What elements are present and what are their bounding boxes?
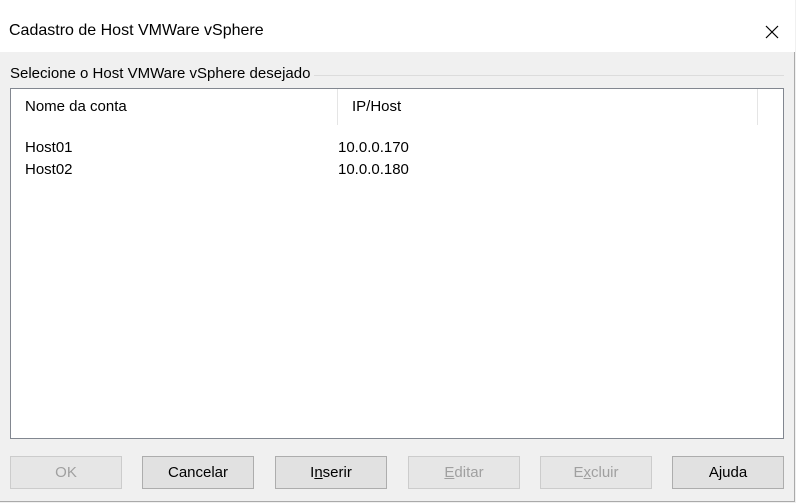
table-row[interactable]: Host02 10.0.0.180 (11, 159, 783, 181)
delete-button-label: Excluir (573, 464, 619, 481)
edit-button-label: Editar (444, 464, 484, 481)
close-icon (765, 25, 779, 39)
host-ip-cell: 10.0.0.170 (338, 139, 409, 156)
cancel-button[interactable]: Cancelar (142, 456, 254, 489)
title-bar: Cadastro de Host VMWare vSphere (0, 0, 795, 52)
insert-button[interactable]: Inserir (275, 456, 387, 489)
host-name-cell: Host02 (25, 161, 73, 178)
edit-button[interactable]: Editar (408, 456, 520, 489)
ok-button[interactable]: OK (10, 456, 122, 489)
insert-button-label: Inserir (310, 464, 352, 481)
window-title: Cadastro de Host VMWare vSphere (9, 22, 264, 39)
list-header: Nome da conta IP/Host (11, 89, 783, 125)
delete-button[interactable]: Excluir (540, 456, 652, 489)
dialog-window: Cadastro de Host VMWare vSphere Selecion… (0, 0, 795, 502)
help-button[interactable]: Ajuda (672, 456, 784, 489)
host-name-cell: Host01 (25, 139, 73, 156)
group-label: Selecione o Host VMWare vSphere desejado (10, 65, 315, 83)
table-row[interactable]: Host01 10.0.0.170 (11, 137, 783, 159)
column-header-account-name[interactable]: Nome da conta (11, 89, 338, 125)
host-list[interactable]: Nome da conta IP/Host Host01 10.0.0.170 … (10, 88, 784, 439)
host-ip-cell: 10.0.0.180 (338, 161, 409, 178)
close-button[interactable] (749, 14, 795, 50)
column-header-ip-host[interactable]: IP/Host (338, 89, 758, 125)
